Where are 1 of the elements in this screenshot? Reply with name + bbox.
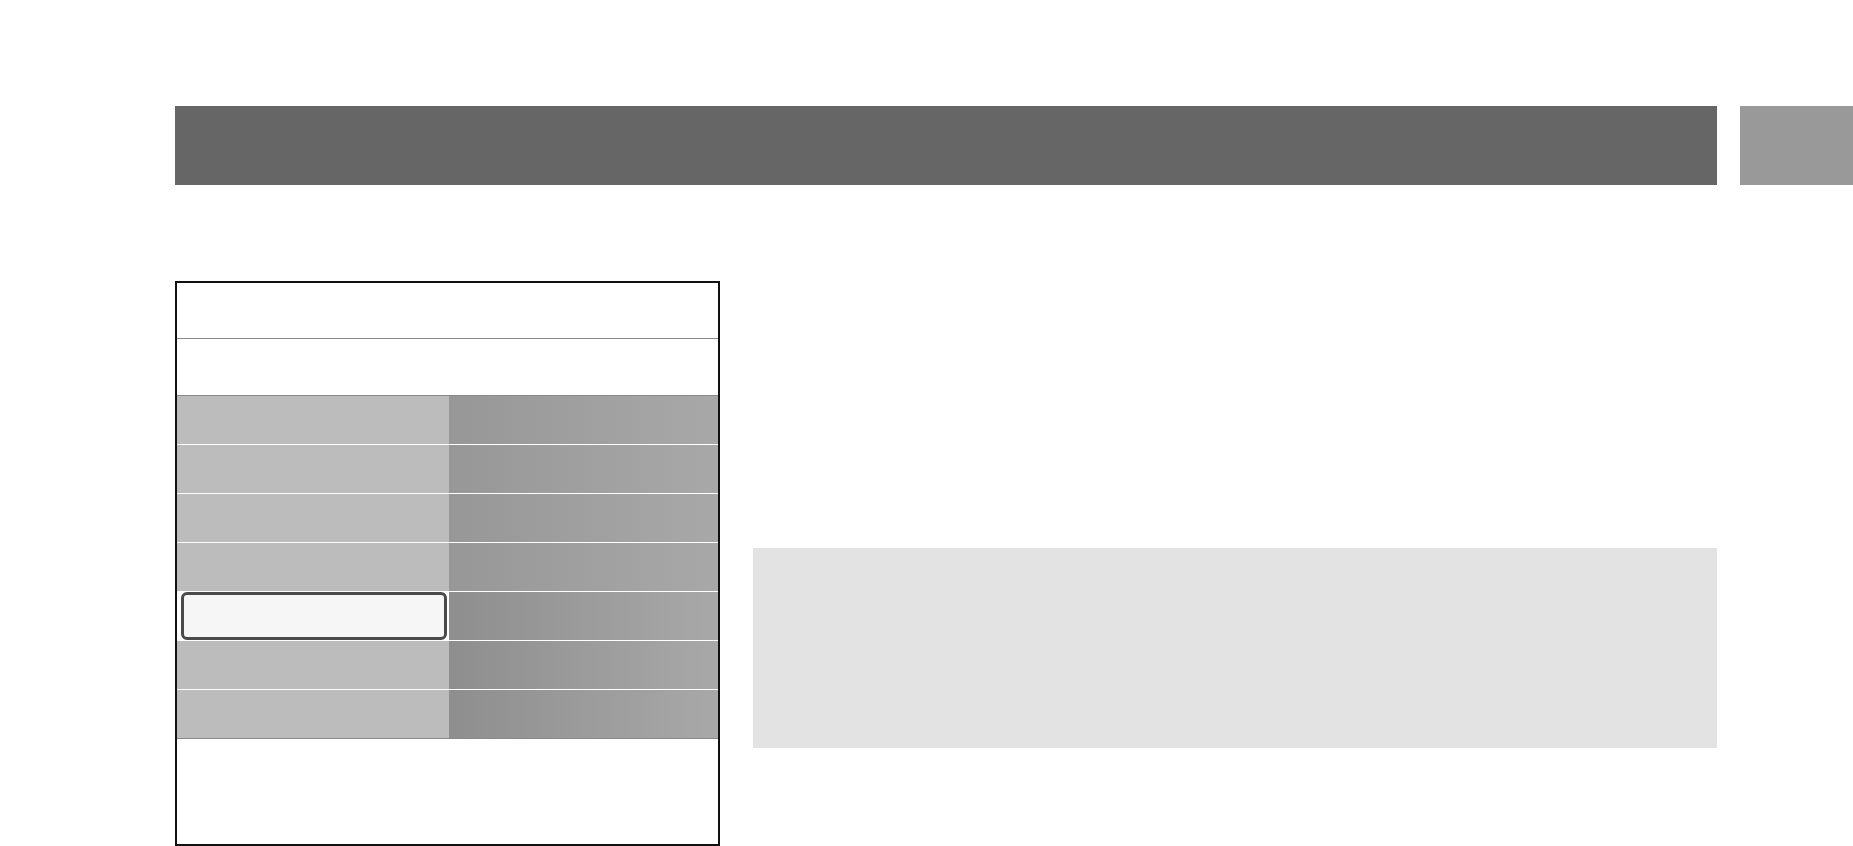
menu-item[interactable]	[181, 592, 447, 640]
